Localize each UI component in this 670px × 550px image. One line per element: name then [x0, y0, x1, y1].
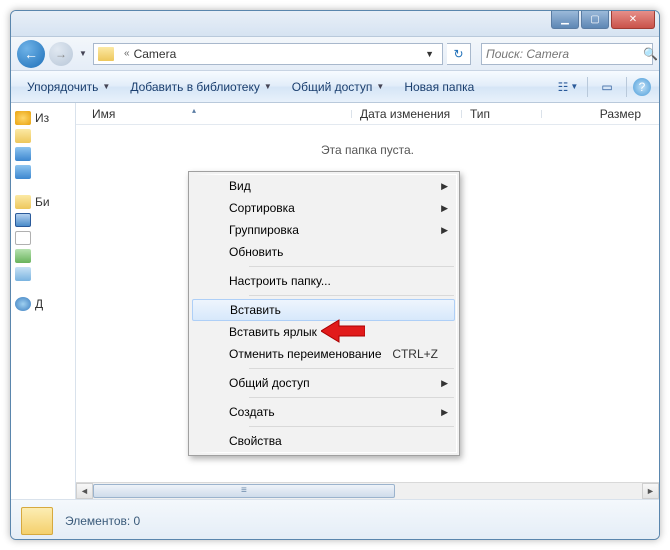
- explorer-window: ▁ ▢ ✕ ← → ▼ « Camera ▼ ↻ 🔍 Упорядочить▼ …: [10, 10, 660, 540]
- address-bar[interactable]: « Camera ▼: [93, 43, 443, 65]
- preview-icon: ▭: [601, 80, 612, 94]
- share-button[interactable]: Общий доступ▼: [284, 76, 393, 98]
- submenu-arrow-icon: ▶: [441, 378, 448, 389]
- folder-icon: [15, 129, 31, 143]
- back-button[interactable]: ←: [17, 40, 45, 68]
- column-type[interactable]: Тип: [462, 107, 542, 121]
- minimize-button[interactable]: ▁: [551, 11, 579, 29]
- horizontal-scrollbar[interactable]: ◄ ►: [76, 482, 659, 499]
- ctx-group[interactable]: Группировка▶: [191, 219, 456, 241]
- maximize-button[interactable]: ▢: [581, 11, 609, 29]
- sidebar-network[interactable]: Д: [11, 295, 75, 313]
- help-icon: ?: [639, 80, 646, 94]
- scroll-thumb[interactable]: [93, 484, 395, 498]
- recent-icon: [15, 165, 31, 179]
- picture-icon: [15, 249, 31, 263]
- music-icon: [15, 267, 31, 281]
- view-icon: ☷: [558, 80, 569, 94]
- separator: [249, 266, 454, 267]
- sidebar: Из Би Д: [11, 103, 76, 499]
- ctx-share[interactable]: Общий доступ▶: [191, 372, 456, 394]
- ctx-paste[interactable]: Вставить: [192, 299, 455, 321]
- sidebar-libraries[interactable]: Би: [11, 193, 75, 211]
- column-size[interactable]: Размер: [542, 107, 659, 121]
- empty-folder-message: Эта папка пуста.: [76, 143, 659, 157]
- chevron-down-icon: ▼: [376, 82, 384, 91]
- scroll-track[interactable]: [93, 483, 642, 499]
- separator: [249, 397, 454, 398]
- status-bar: Элементов: 0: [11, 499, 659, 540]
- submenu-arrow-icon: ▶: [441, 407, 448, 418]
- column-date[interactable]: Дата изменения: [352, 107, 462, 121]
- ctx-sort[interactable]: Сортировка▶: [191, 197, 456, 219]
- chevron-down-icon: ▼: [264, 82, 272, 91]
- library-icon: [15, 195, 31, 209]
- titlebar[interactable]: ▁ ▢ ✕: [11, 11, 659, 37]
- toolbar: Упорядочить▼ Добавить в библиотеку▼ Общи…: [11, 71, 659, 103]
- scroll-right-button[interactable]: ►: [642, 483, 659, 499]
- add-to-library-button[interactable]: Добавить в библиотеку▼: [122, 76, 279, 98]
- help-button[interactable]: ?: [633, 78, 651, 96]
- sidebar-item[interactable]: [11, 211, 75, 229]
- sidebar-item[interactable]: [11, 145, 75, 163]
- submenu-arrow-icon: ▶: [441, 225, 448, 236]
- folder-icon: [21, 507, 53, 535]
- address-dropdown[interactable]: ▼: [419, 49, 440, 59]
- sidebar-item[interactable]: [11, 265, 75, 283]
- organize-button[interactable]: Упорядочить▼: [19, 76, 118, 98]
- arrow-right-icon: →: [55, 47, 67, 61]
- ctx-new[interactable]: Создать▶: [191, 401, 456, 423]
- search-icon: 🔍: [643, 47, 658, 61]
- separator: [249, 295, 454, 296]
- sidebar-item[interactable]: [11, 229, 75, 247]
- search-input[interactable]: [486, 47, 643, 61]
- new-folder-button[interactable]: Новая папка: [396, 76, 482, 98]
- shortcut-label: CTRL+Z: [392, 347, 438, 361]
- chevron-down-icon: ▼: [102, 82, 110, 91]
- document-icon: [15, 231, 31, 245]
- sidebar-item[interactable]: [11, 127, 75, 145]
- forward-button[interactable]: →: [49, 42, 73, 66]
- sort-arrow-icon: ▴: [192, 106, 196, 115]
- scroll-left-button[interactable]: ◄: [76, 483, 93, 499]
- ctx-paste-shortcut[interactable]: Вставить ярлык: [191, 321, 456, 343]
- chevron-down-icon: ▼: [570, 82, 578, 91]
- separator: [587, 77, 588, 97]
- folder-icon: [98, 47, 114, 61]
- ctx-customize-folder[interactable]: Настроить папку...: [191, 270, 456, 292]
- window-controls: ▁ ▢ ✕: [551, 11, 655, 29]
- refresh-icon: ↻: [453, 47, 463, 61]
- view-mode-button[interactable]: ☷▼: [555, 76, 581, 98]
- column-name[interactable]: Имя▴: [84, 107, 352, 121]
- ctx-refresh[interactable]: Обновить: [191, 241, 456, 263]
- submenu-arrow-icon: ▶: [441, 181, 448, 192]
- breadcrumb-separator: «: [124, 48, 130, 59]
- sidebar-item[interactable]: [11, 163, 75, 181]
- nav-history-dropdown[interactable]: ▼: [77, 49, 89, 58]
- refresh-button[interactable]: ↻: [447, 43, 471, 65]
- ctx-undo-rename[interactable]: Отменить переименованиеCTRL+Z: [191, 343, 456, 365]
- separator: [626, 77, 627, 97]
- context-menu: Вид▶ Сортировка▶ Группировка▶ Обновить Н…: [188, 171, 460, 456]
- sidebar-item[interactable]: [11, 247, 75, 265]
- separator: [249, 368, 454, 369]
- ctx-view[interactable]: Вид▶: [191, 175, 456, 197]
- submenu-arrow-icon: ▶: [441, 203, 448, 214]
- close-button[interactable]: ✕: [611, 11, 655, 29]
- star-icon: [15, 111, 31, 125]
- desktop-icon: [15, 147, 31, 161]
- search-box[interactable]: 🔍: [481, 43, 653, 65]
- network-icon: [15, 297, 31, 311]
- ctx-properties[interactable]: Свойства: [191, 430, 456, 452]
- sidebar-favorites[interactable]: Из: [11, 109, 75, 127]
- nav-bar: ← → ▼ « Camera ▼ ↻ 🔍: [11, 37, 659, 71]
- video-icon: [15, 213, 31, 227]
- preview-pane-button[interactable]: ▭: [594, 76, 620, 98]
- status-items-count: Элементов: 0: [65, 514, 140, 528]
- arrow-left-icon: ←: [24, 46, 38, 62]
- breadcrumb-current[interactable]: Camera: [134, 47, 177, 61]
- separator: [249, 426, 454, 427]
- column-headers: Имя▴ Дата изменения Тип Размер: [76, 103, 659, 125]
